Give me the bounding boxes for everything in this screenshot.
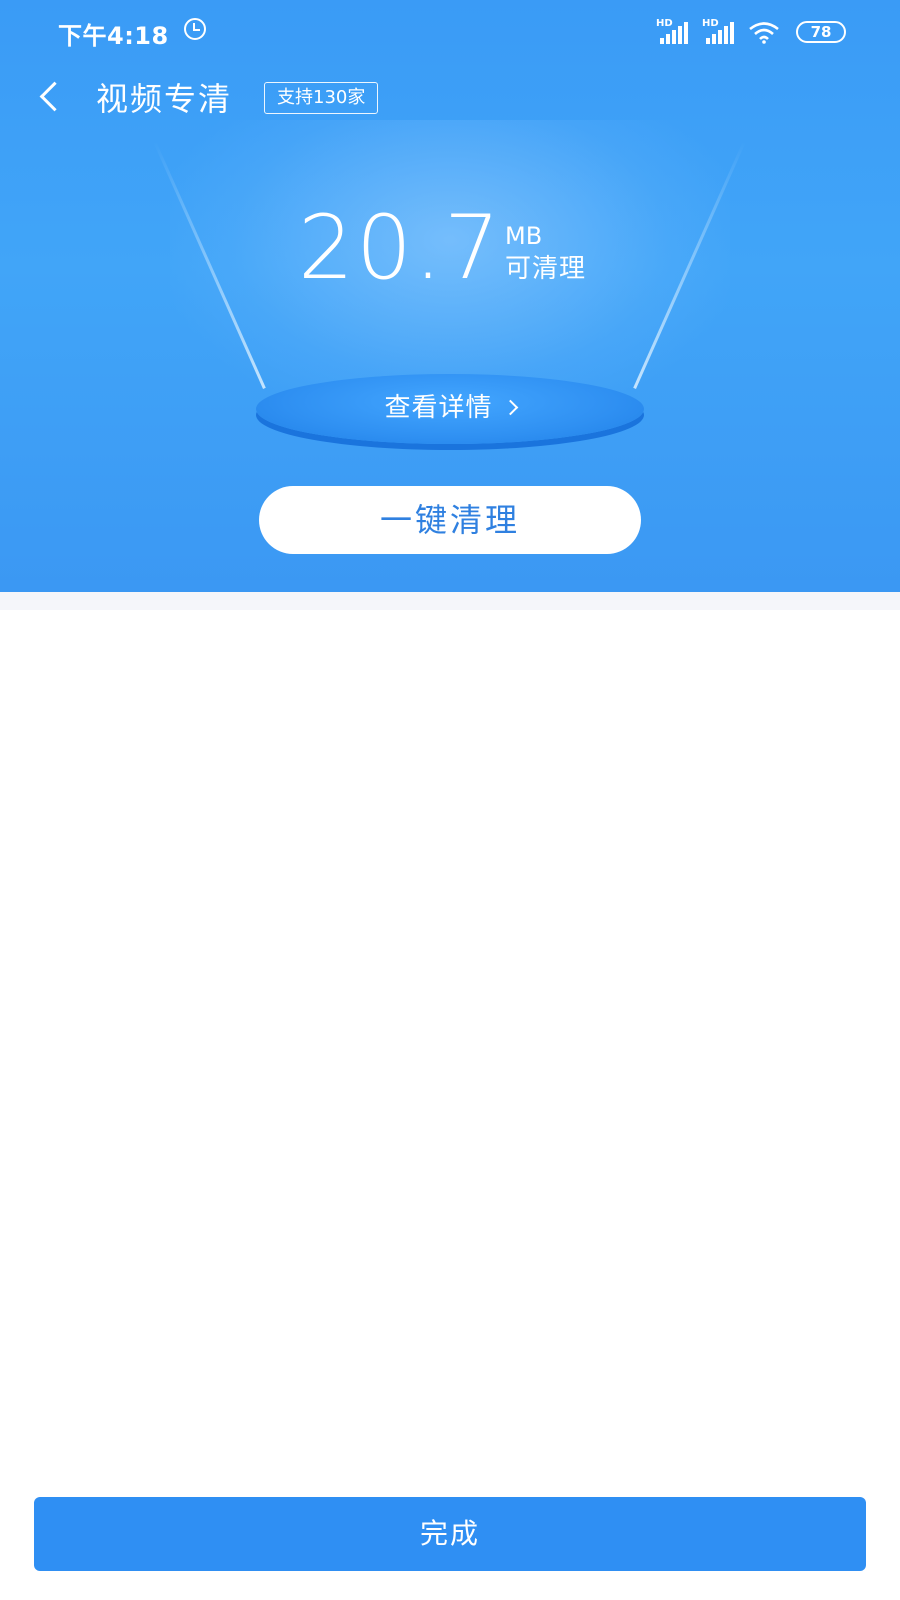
alarm-icon: [184, 18, 206, 40]
view-details-link[interactable]: 查看详情: [256, 386, 644, 430]
support-badge: 支持130家: [264, 82, 379, 114]
chevron-left-icon[interactable]: [30, 74, 74, 118]
signal-hd-label-2: HD: [702, 18, 719, 29]
status-bar: 下午4:18 HD HD 78: [0, 0, 900, 64]
size-value: 20.7: [298, 196, 502, 299]
wifi-icon: [749, 22, 779, 44]
size-unit: MB: [505, 222, 543, 250]
section-divider: [0, 592, 900, 610]
status-time: 下午4:18: [58, 22, 169, 50]
cleanable-size: 20.7 MB 可清理: [0, 198, 900, 308]
signal-icon: HD: [656, 18, 692, 44]
battery-level: 78: [810, 23, 832, 41]
view-details-label: 查看详情: [384, 393, 493, 423]
one-click-clean-button[interactable]: 一键清理: [259, 486, 641, 554]
hero-banner: 下午4:18 HD HD 78 视频专清 支持130家 20.7 MB 可清理 …: [0, 0, 900, 592]
size-caption: 可清理: [505, 254, 587, 284]
signal-hd-label: HD: [656, 18, 673, 29]
done-button[interactable]: 完成: [34, 1497, 866, 1571]
signal-icon-2: HD: [702, 18, 738, 44]
nav-bar: 视频专清 支持130家: [0, 64, 900, 128]
chevron-right-icon: [502, 399, 518, 416]
page-title: 视频专清: [96, 80, 233, 118]
battery-icon: 78: [796, 21, 846, 43]
